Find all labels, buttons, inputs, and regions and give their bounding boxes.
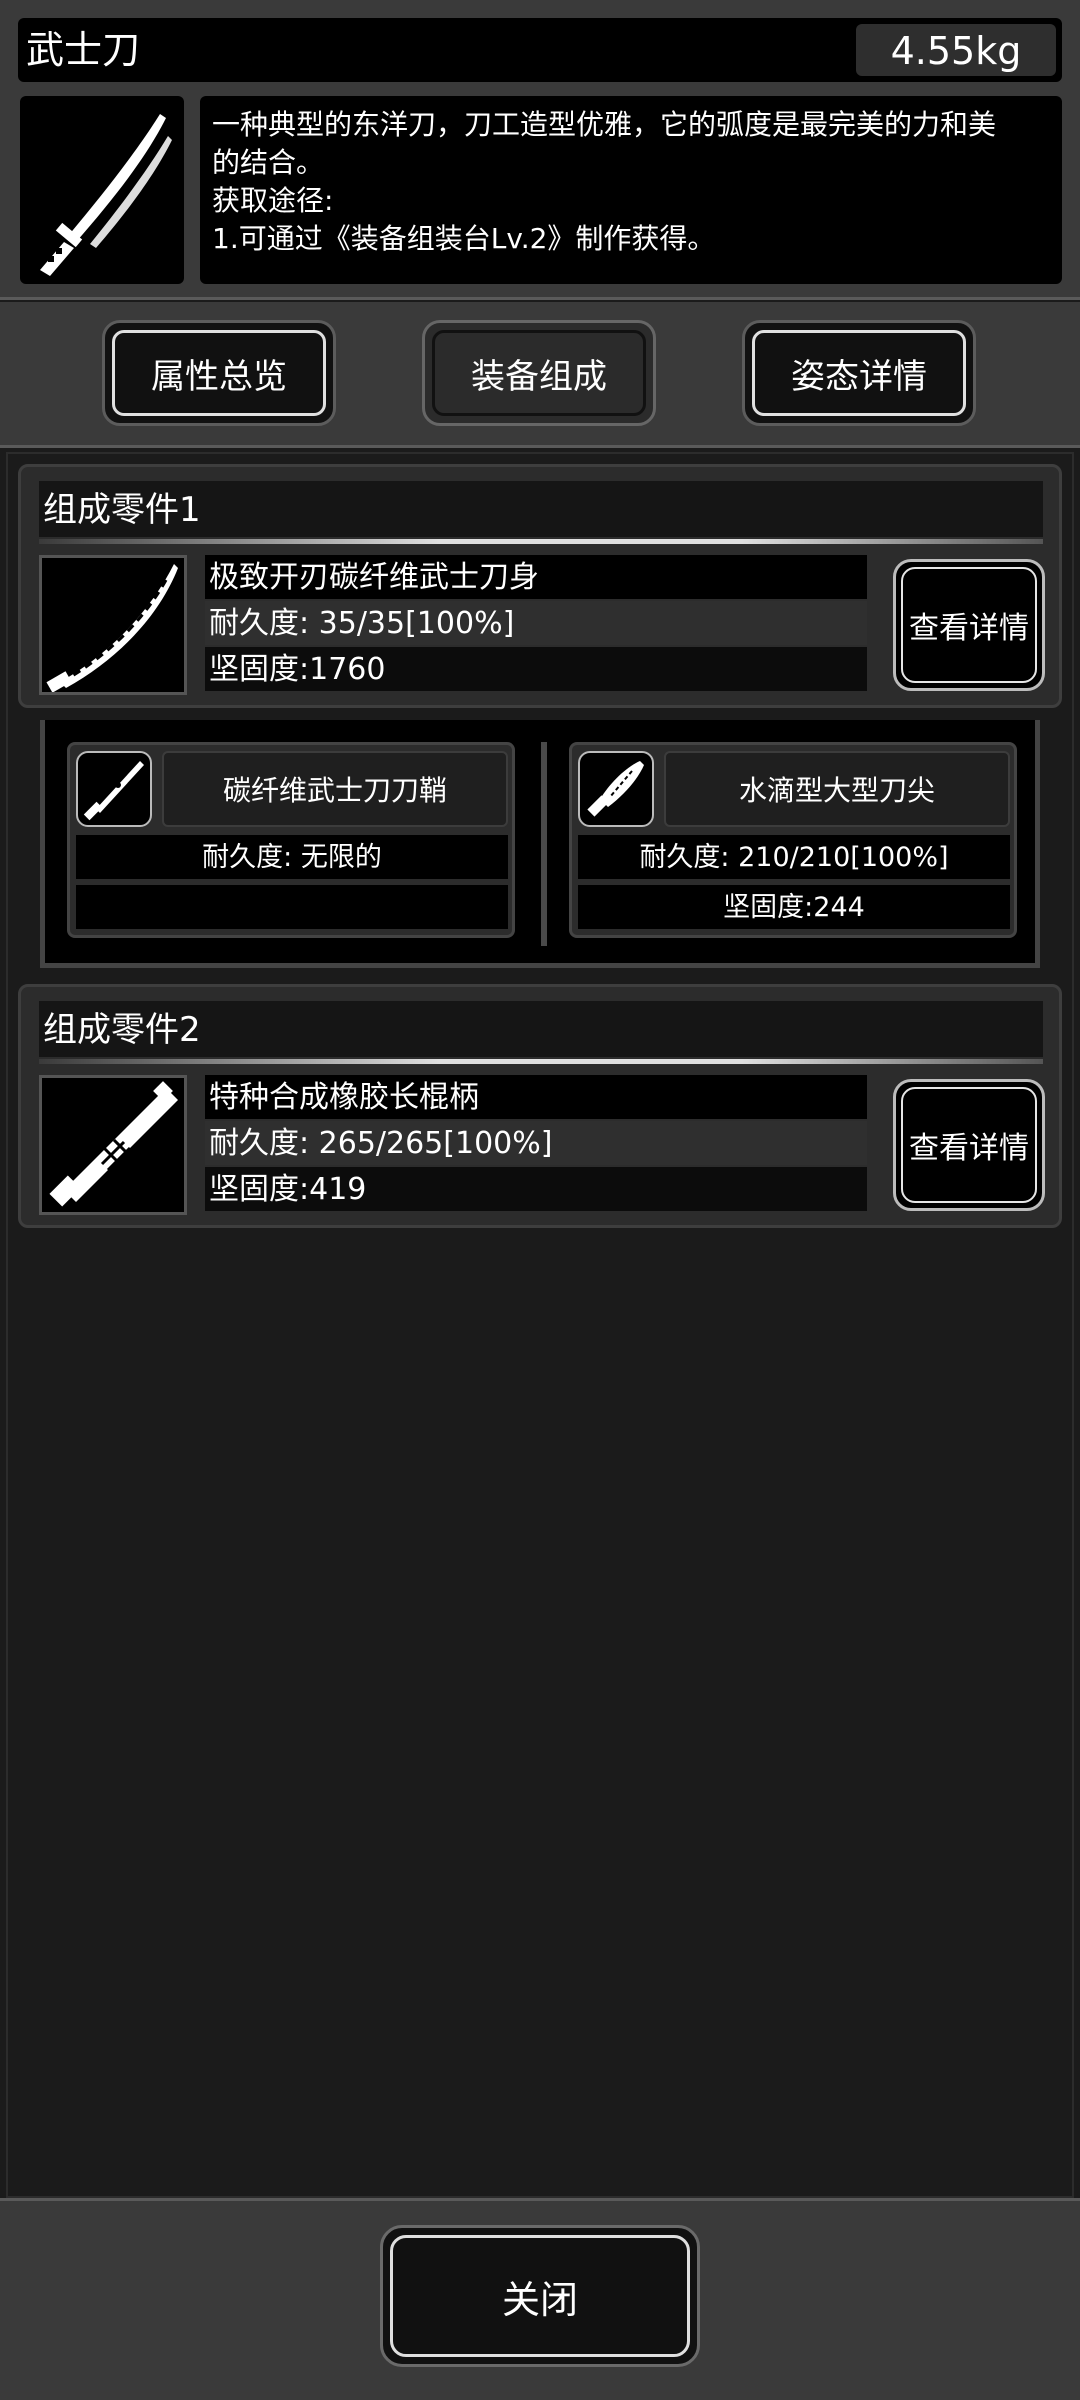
part-icon — [39, 1075, 187, 1215]
subpart-icon — [578, 751, 654, 827]
divider — [541, 742, 547, 946]
description-line: 获取途径: — [212, 184, 334, 217]
subparts-panel: 碳纤维武士刀刀鞘 耐久度: 无限的 水滴型大型刀尖 耐久度: 210/210[1… — [40, 720, 1040, 968]
part-card-1: 组成零件1 极致开刃碳纤维武士刀身 耐久度: 35/35[100%] 坚固度:1… — [18, 464, 1062, 708]
divider — [39, 539, 1043, 544]
part-name: 特种合成橡胶长棍柄 — [205, 1075, 867, 1119]
item-description: 一种典型的东洋刀，刀工造型优雅，它的弧度是最完美的力和美 的结合。 获取途径: … — [200, 96, 1062, 284]
view-details-button[interactable]: 查看详情 — [893, 1079, 1045, 1211]
item-detail-screen: 武士刀 4.55kg 一种典型的东洋刀，刀工造型优雅，它的弧度是最完美的力和美 … — [0, 0, 1080, 2400]
tab-label: 属性总览 — [151, 356, 287, 397]
handle-icon — [49, 1081, 178, 1207]
item-name: 武士刀 — [26, 28, 141, 72]
subpart-card-1[interactable]: 碳纤维武士刀刀鞘 耐久度: 无限的 — [67, 742, 515, 938]
part-durability: 耐久度: 35/35[100%] — [205, 601, 867, 645]
blade-icon — [46, 564, 178, 692]
subpart-icon — [76, 751, 152, 827]
subpart-hardness: 坚固度:244 — [578, 885, 1010, 929]
part-durability: 耐久度: 265/265[100%] — [205, 1121, 867, 1165]
part-hardness: 坚固度:1760 — [205, 647, 867, 691]
parts-list[interactable] — [6, 452, 1074, 2198]
button-label: 关闭 — [501, 2277, 578, 2322]
part-icon — [39, 555, 187, 695]
scabbard-icon — [83, 761, 144, 821]
footer-bar: 关闭 — [0, 2198, 1080, 2400]
description-line: 的结合。 — [212, 146, 325, 179]
item-header: 武士刀 4.55kg 一种典型的东洋刀，刀工造型优雅，它的弧度是最完美的力和美 … — [0, 0, 1080, 300]
description-line: 1.可通过《装备组装台Lv.2》制作获得。 — [212, 222, 716, 255]
subpart-durability: 耐久度: 无限的 — [76, 835, 508, 879]
tab-equipment-composition[interactable]: 装备组成 — [422, 320, 656, 426]
part-name: 极致开刃碳纤维武士刀身 — [205, 555, 867, 599]
part-card-2: 组成零件2 特种合成橡胶长棍柄 耐久度: 265/265[100%] 坚固度:4… — [18, 984, 1062, 1228]
tab-bar: 属性总览 装备组成 姿态详情 — [0, 302, 1080, 448]
tab-label: 装备组成 — [471, 356, 607, 397]
subpart-name: 碳纤维武士刀刀鞘 — [162, 751, 508, 827]
description-line: 一种典型的东洋刀，刀工造型优雅，它的弧度是最完美的力和美 — [212, 108, 997, 141]
part-title: 组成零件1 — [39, 481, 1043, 537]
view-details-button[interactable]: 查看详情 — [893, 559, 1045, 691]
tab-stance-details[interactable]: 姿态详情 — [742, 320, 976, 426]
katana-icon — [40, 114, 172, 276]
part-hardness: 坚固度:419 — [205, 1167, 867, 1211]
button-label: 查看详情 — [909, 611, 1029, 646]
subpart-hardness — [76, 885, 508, 929]
subpart-durability: 耐久度: 210/210[100%] — [578, 835, 1010, 879]
part-title: 组成零件2 — [39, 1001, 1043, 1057]
close-button[interactable]: 关闭 — [380, 2225, 700, 2367]
subpart-name: 水滴型大型刀尖 — [664, 751, 1010, 827]
tab-label: 姿态详情 — [791, 356, 927, 397]
tab-attribute-overview[interactable]: 属性总览 — [102, 320, 336, 426]
blade-tip-icon — [587, 761, 644, 817]
item-weight: 4.55kg — [856, 24, 1056, 76]
subpart-card-2[interactable]: 水滴型大型刀尖 耐久度: 210/210[100%] 坚固度:244 — [569, 742, 1017, 938]
divider — [39, 1059, 1043, 1064]
button-label: 查看详情 — [909, 1131, 1029, 1166]
item-icon-panel — [20, 96, 184, 284]
